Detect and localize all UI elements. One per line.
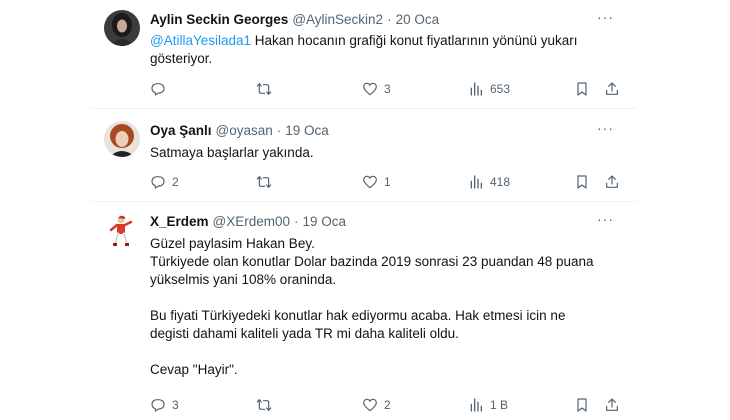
separator-dot: · [276, 122, 282, 138]
tweet-aylin[interactable]: Aylin Seckin Georges @AylinSeckin2 · 20 … [90, 0, 636, 108]
author-handle[interactable]: @AylinSeckin2 [292, 12, 383, 27]
like-count: 3 [384, 82, 391, 96]
tweet-oya[interactable]: Oya Şanlı @oyasan · 19 Oca ··· Satmaya b… [90, 109, 636, 201]
reply-button[interactable]: 3 [150, 396, 179, 414]
tweet-date[interactable]: 19 Oca [303, 214, 347, 229]
more-options-icon[interactable]: ··· [597, 211, 614, 227]
author-handle[interactable]: @XErdem00 [213, 214, 291, 229]
views-icon [468, 397, 484, 413]
tweet-line: yükselmis yani 108% oraninda. [150, 272, 337, 287]
tweet-header: Oya Şanlı @oyasan · 19 Oca [150, 121, 329, 139]
retweet-button[interactable] [256, 396, 278, 414]
share-button[interactable] [604, 80, 620, 98]
views-count: 418 [490, 175, 511, 189]
bookmark-icon [574, 81, 590, 97]
like-button[interactable]: 3 [362, 80, 391, 98]
tweet-text: Satmaya başlarlar yakında. [150, 144, 620, 162]
separator-dot: · [387, 11, 392, 27]
views-count: 1 B [490, 398, 509, 412]
bookmark-button[interactable] [574, 80, 590, 98]
like-count: 1 [384, 175, 391, 189]
reply-button[interactable] [150, 80, 172, 98]
avatar[interactable] [104, 10, 140, 46]
share-icon [604, 81, 620, 97]
tweet-text: Güzel paylasim Hakan Bey. Türkiyede olan… [150, 235, 620, 379]
like-button[interactable]: 1 [362, 173, 391, 191]
tweet-line: Türkiyede olan konutlar Dolar bazinda 20… [150, 254, 594, 269]
views-count: 653 [490, 82, 511, 96]
tweet-line: Güzel paylasim Hakan Bey. [150, 236, 315, 251]
share-icon [604, 174, 620, 190]
reply-icon [150, 174, 166, 190]
tweet-line: Bu fiyati Türkiyedeki konutlar hak ediyo… [150, 308, 566, 323]
tweet-xerdem[interactable]: X_Erdem @XErdem00 · 19 Oca ··· Güzel pay… [90, 202, 636, 420]
tweet-line-blank [150, 289, 620, 307]
bookmark-button[interactable] [574, 173, 590, 191]
separator-dot: · [294, 213, 299, 229]
share-icon [604, 397, 620, 413]
views-icon [468, 81, 484, 97]
mention-link[interactable]: @AtillaYesilada1 [150, 33, 251, 48]
tweet-line: Cevap "Hayir". [150, 362, 238, 377]
more-options-icon[interactable]: ··· [597, 9, 614, 25]
tweet-text: @AtillaYesilada1 Hakan hocanın grafiği k… [150, 32, 620, 68]
retweet-button[interactable] [256, 173, 278, 191]
action-bar: 3 2 1 B [150, 396, 620, 414]
author-name[interactable]: Oya Şanlı [150, 123, 212, 138]
like-icon [362, 174, 378, 190]
tweet-header: Aylin Seckin Georges @AylinSeckin2 · 20 … [150, 10, 439, 28]
like-icon [362, 81, 378, 97]
avatar[interactable] [104, 212, 140, 248]
bookmark-button[interactable] [574, 396, 590, 414]
author-name[interactable]: X_Erdem [150, 214, 209, 229]
like-icon [362, 397, 378, 413]
tweet-line: degisti dahami kaliteli yada TR mi daha … [150, 326, 459, 341]
reply-thread: Aylin Seckin Georges @AylinSeckin2 · 20 … [90, 0, 636, 420]
more-options-icon[interactable]: ··· [597, 120, 614, 136]
reply-icon [150, 397, 166, 413]
tweet-date[interactable]: 19 Oca [285, 123, 329, 138]
reply-button[interactable]: 2 [150, 173, 179, 191]
views-icon [468, 174, 484, 190]
share-button[interactable] [604, 173, 620, 191]
author-name[interactable]: Aylin Seckin Georges [150, 12, 288, 27]
retweet-icon [256, 81, 272, 97]
tweet-header: X_Erdem @XErdem00 · 19 Oca [150, 212, 346, 230]
reply-icon [150, 81, 166, 97]
tweet-date[interactable]: 20 Oca [396, 12, 440, 27]
bookmark-icon [574, 174, 590, 190]
reply-count: 3 [172, 398, 179, 412]
tweet-text-content: Satmaya başlarlar yakında. [150, 145, 314, 160]
retweet-icon [256, 397, 272, 413]
retweet-icon [256, 174, 272, 190]
like-count: 2 [384, 398, 391, 412]
views-button[interactable]: 418 [468, 173, 510, 191]
action-bar: 2 1 418 [150, 173, 620, 191]
retweet-button[interactable] [256, 80, 278, 98]
avatar[interactable] [104, 121, 140, 157]
reply-count: 2 [172, 175, 179, 189]
author-handle[interactable]: @oyasan [216, 123, 273, 138]
action-bar: 3 653 [150, 80, 620, 98]
like-button[interactable]: 2 [362, 396, 391, 414]
views-button[interactable]: 1 B [468, 396, 508, 414]
share-button[interactable] [604, 396, 620, 414]
views-button[interactable]: 653 [468, 80, 510, 98]
tweet-line-blank [150, 343, 620, 361]
bookmark-icon [574, 397, 590, 413]
